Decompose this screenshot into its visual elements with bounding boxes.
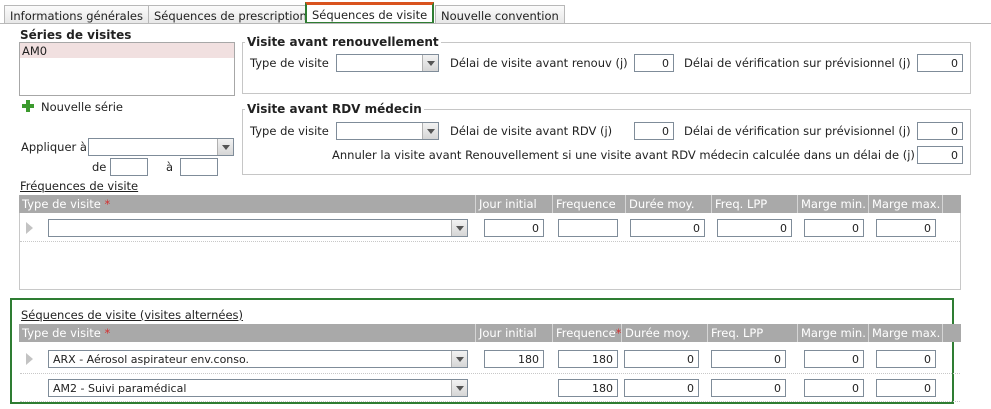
- chevron-down-icon[interactable]: [422, 123, 438, 139]
- sequences-row2-duree[interactable]: 0: [624, 379, 699, 397]
- row-indicator-icon: [26, 222, 33, 234]
- frequences-col-freq[interactable]: Frequence: [553, 195, 626, 213]
- series-list-item[interactable]: AM0: [20, 43, 234, 58]
- rdv-annuler-input[interactable]: 0: [917, 146, 963, 164]
- sequences-grid-header: Type de visite * Jour initial Frequence*…: [19, 324, 961, 342]
- required-marker: *: [104, 197, 111, 211]
- sequences-col-lpp[interactable]: Freq. LPP: [708, 324, 798, 342]
- de-input[interactable]: [110, 158, 148, 176]
- sequences-row1-jour[interactable]: 180: [484, 350, 544, 368]
- rdv-delai-input[interactable]: 0: [634, 122, 674, 140]
- sequences-row2-lpp[interactable]: 0: [711, 379, 786, 397]
- apply-select[interactable]: [88, 138, 234, 156]
- renouvellement-verif-label: Délai de vérification sur prévisionnel (…: [684, 56, 911, 70]
- chevron-down-icon[interactable]: [451, 351, 467, 367]
- rdv-fieldset: [242, 109, 971, 175]
- a-label: à: [166, 160, 174, 174]
- tab-bar-divider: [0, 23, 991, 24]
- tab-sequences-prescription[interactable]: Séquences de prescription: [148, 5, 313, 24]
- sequences-row2-max[interactable]: 0: [876, 379, 936, 397]
- renouvellement-type-label: Type de visite: [250, 56, 329, 70]
- frequences-col-jour[interactable]: Jour initial: [476, 195, 553, 213]
- frequences-row-freq[interactable]: [558, 219, 618, 237]
- tab-sequences-visite[interactable]: Séquences de visite: [305, 2, 435, 24]
- frequences-col-duree[interactable]: Durée moy.: [626, 195, 712, 213]
- rdv-legend: Visite avant RDV médecin: [245, 102, 424, 116]
- required-marker: *: [104, 326, 111, 340]
- a-input[interactable]: [180, 158, 218, 176]
- sequences-row1-type-select[interactable]: ARX - Aérosol aspirateur env.conso.: [48, 350, 468, 368]
- sequences-col-freq-label: Frequence: [556, 326, 616, 340]
- rdv-verif-input[interactable]: 0: [917, 122, 963, 140]
- sequences-col-jour[interactable]: Jour initial: [476, 324, 553, 342]
- sequences-row1-freq[interactable]: 180: [558, 350, 618, 368]
- sequences-title[interactable]: Séquences de visite (visites alternées): [21, 308, 243, 322]
- frequences-row-lpp[interactable]: 0: [717, 219, 792, 237]
- sequences-col-duree[interactable]: Durée moy.: [622, 324, 708, 342]
- sequences-row1-duree[interactable]: 0: [624, 350, 699, 368]
- chevron-down-icon[interactable]: [422, 55, 438, 71]
- new-series-button[interactable]: Nouvelle série: [41, 100, 123, 114]
- frequences-title[interactable]: Fréquences de visite: [20, 179, 138, 193]
- renouvellement-delai-label: Délai de visite avant renouv (j): [450, 56, 628, 70]
- row-divider: [20, 401, 960, 402]
- tab-nouvelle-convention[interactable]: Nouvelle convention: [435, 5, 565, 24]
- apply-label: Appliquer à: [21, 140, 87, 154]
- series-list[interactable]: AM0: [19, 42, 235, 96]
- tab-informations-generales[interactable]: Informations générales: [4, 5, 149, 24]
- renouvellement-delai-input[interactable]: 0: [634, 54, 674, 72]
- rdv-type-select[interactable]: [336, 122, 439, 140]
- frequences-col-max[interactable]: Marge max.: [869, 195, 943, 213]
- row-divider: [20, 373, 960, 374]
- sequences-row2-freq[interactable]: 180: [558, 379, 618, 397]
- chevron-down-icon[interactable]: [451, 380, 467, 396]
- frequences-grid-header: Type de visite * Jour initial Frequence …: [19, 195, 961, 213]
- frequences-row-max[interactable]: 0: [876, 219, 936, 237]
- row-divider: [20, 241, 960, 242]
- sequences-col-freq[interactable]: Frequence*: [553, 324, 622, 342]
- frequences-row-jour[interactable]: 0: [484, 219, 544, 237]
- chevron-down-icon[interactable]: [451, 220, 467, 236]
- chevron-down-icon[interactable]: [217, 139, 233, 155]
- sequences-col-max[interactable]: Marge max.: [869, 324, 943, 342]
- rdv-verif-label: Délai de vérification sur prévisionnel (…: [684, 124, 911, 138]
- frequences-col-lpp[interactable]: Freq. LPP: [712, 195, 798, 213]
- row-indicator-icon: [26, 353, 33, 365]
- sequences-row2-type-value: AM2 - Suivi paramédical: [53, 382, 187, 395]
- sequences-row1-min[interactable]: 0: [804, 350, 864, 368]
- frequences-col-min[interactable]: Marge min.: [798, 195, 869, 213]
- frequences-row-type-select[interactable]: [48, 219, 468, 237]
- sequences-row1-type-value: ARX - Aérosol aspirateur env.conso.: [53, 353, 250, 366]
- renouvellement-type-select[interactable]: [336, 54, 439, 72]
- tab-bar: Informations générales Séquences de pres…: [0, 0, 991, 24]
- sequences-row1-lpp[interactable]: 0: [711, 350, 786, 368]
- frequences-row-min[interactable]: 0: [804, 219, 864, 237]
- frequences-col-type[interactable]: Type de visite *: [19, 195, 476, 213]
- de-label: de: [92, 160, 107, 174]
- rdv-type-label: Type de visite: [250, 124, 329, 138]
- renouvellement-verif-input[interactable]: 0: [917, 54, 963, 72]
- sequences-col-min[interactable]: Marge min.: [798, 324, 869, 342]
- sequences-col-type-label: Type de visite: [22, 326, 101, 340]
- frequences-row-duree[interactable]: 0: [630, 219, 705, 237]
- sequences-col-type[interactable]: Type de visite *: [19, 324, 476, 342]
- renouvellement-legend: Visite avant renouvellement: [245, 35, 441, 49]
- sequences-row1-max[interactable]: 0: [876, 350, 936, 368]
- rdv-annuler-label: Annuler la visite avant Renouvellement s…: [332, 148, 915, 162]
- series-title: Séries de visites: [20, 28, 132, 42]
- required-marker: *: [615, 326, 622, 340]
- plus-icon[interactable]: [22, 100, 34, 112]
- rdv-delai-label: Délai de visite avant RDV (j): [450, 124, 613, 138]
- frequences-col-type-label: Type de visite: [22, 197, 101, 211]
- sequences-row2-min[interactable]: 0: [804, 379, 864, 397]
- sequences-row2-type-select[interactable]: AM2 - Suivi paramédical: [48, 379, 468, 397]
